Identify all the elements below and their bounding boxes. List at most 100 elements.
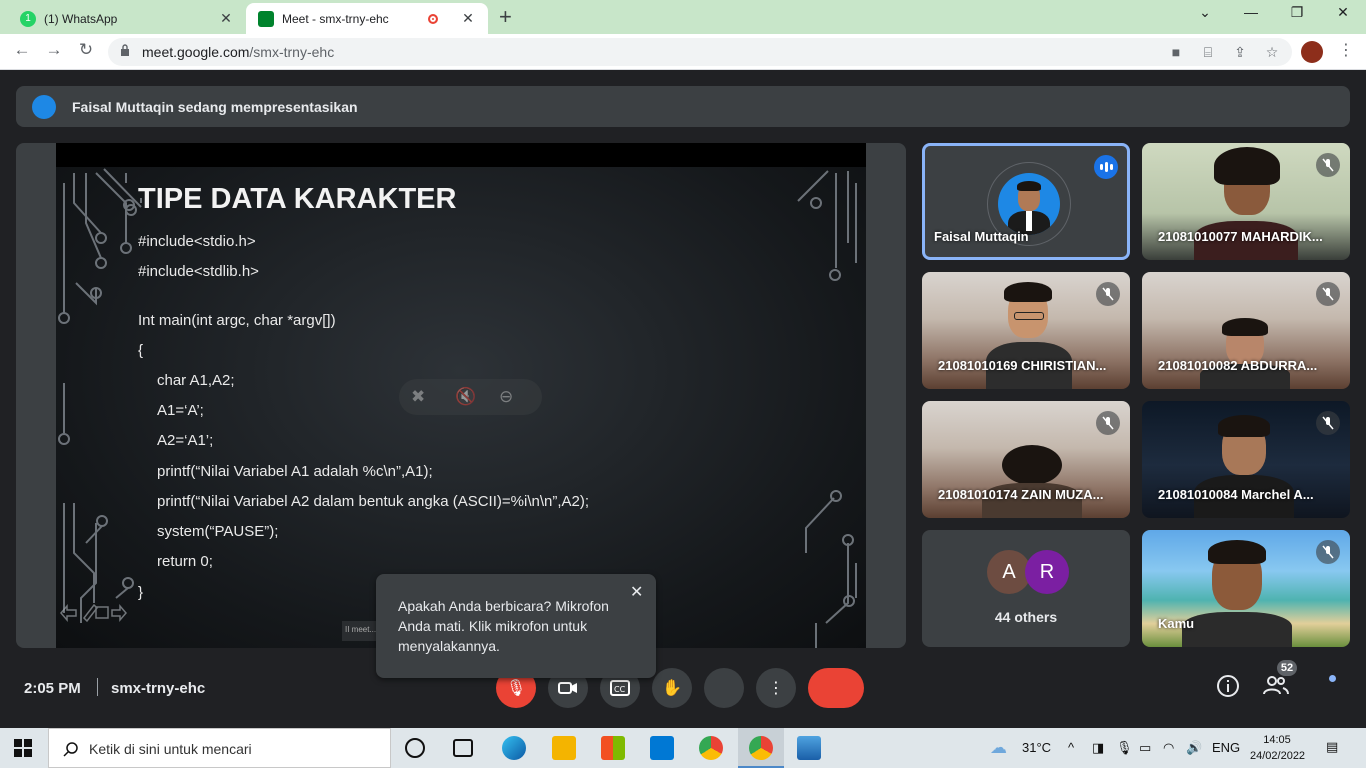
people-icon[interactable] [1263,674,1289,701]
tab-whatsapp[interactable]: 1 (1) WhatsApp ✕ [8,3,246,34]
reload-button[interactable]: ↻ [74,40,98,60]
present-now-button[interactable] [704,668,744,708]
address-bar[interactable]: meet.google.com/smx-trny-ehc ■ ⌸ ⇪ ☆ [108,38,1292,66]
presenting-text: Faisal Muttaqin sedang mempresentasikan [72,99,358,115]
tab-search-icon[interactable]: ⌄ [1190,4,1220,21]
code-line: return 0; [157,553,213,570]
search-placeholder: Ketik di sini untuk mencari [89,741,252,757]
profile-avatar[interactable] [1301,41,1323,63]
cortana-icon[interactable] [405,738,425,758]
speaking-indicator-icon [1094,155,1118,179]
meeting-details-icon[interactable] [1216,674,1240,703]
share-icon[interactable]: ⇪ [1230,44,1250,61]
unpin-icon[interactable]: ✖ [411,387,425,407]
muted-mic-icon [1316,282,1340,306]
captions-icon: CC [610,680,630,696]
camera-icon[interactable]: ■ [1166,44,1186,60]
participant-tile[interactable]: 21081010174 ZAIN MUZA... [922,401,1130,518]
chrome-meet-icon[interactable] [749,736,773,760]
weather-icon[interactable]: ☁ [990,738,1007,758]
participant-name: 21081010077 MAHARDIK... [1158,229,1323,244]
code-line: } [138,584,144,601]
muted-mic-icon [1316,411,1340,435]
code-line: #include<stdlib.h> [138,263,259,280]
remove-icon[interactable]: ⊖ [499,387,513,407]
bookmark-star-icon[interactable]: ☆ [1262,44,1282,61]
forward-button[interactable]: → [42,40,66,60]
participant-tile[interactable]: 21081010084 Marchel A... [1142,401,1350,518]
mute-presentation-icon[interactable]: 🔇 [455,387,476,407]
participant-tile[interactable]: 21081010169 CHIRISTIAN... [922,272,1130,389]
participant-tile[interactable]: Faisal Muttaqin [922,143,1130,260]
participant-name: 21081010084 Marchel A... [1158,487,1314,502]
meeting-control-bar: 2:05 PM smx-trny-ehc 🎙 CC ✋ ⋮ 52 [0,656,1366,728]
presentation-stage[interactable]: TIPE DATA KARAKTER #include<stdio.h> #in… [16,143,906,648]
more-options-button[interactable]: ⋮ [756,668,796,708]
volume-icon[interactable]: 🔊 [1186,740,1202,756]
minimized-window-tag: II meet... [342,621,380,641]
translate-icon[interactable]: ⌸ [1198,44,1218,61]
participant-tile[interactable]: 21081010077 MAHARDIK... [1142,143,1350,260]
lock-icon [121,44,129,56]
close-tab-icon[interactable]: ✕ [218,10,234,27]
meeting-time: 2:05 PM [24,680,81,697]
svg-text:CC: CC [614,685,626,694]
self-view-tile[interactable]: Kamu [1142,530,1350,647]
participant-name: Kamu [1158,616,1195,631]
tab-title: Meet - smx-trny-ehc [282,11,389,26]
presenting-banner: Faisal Muttaqin sedang mempresentasikan [16,86,1350,127]
code-line: system(“PAUSE”); [157,523,279,540]
others-tile[interactable]: A R 44 others [922,530,1130,647]
show-hidden-icons[interactable]: ^ [1068,740,1074,755]
participant-name: 21081010174 ZAIN MUZA... [938,487,1104,502]
new-tab-button[interactable]: + [499,5,512,29]
code-line: Int main(int argc, char *argv[]) [138,312,336,329]
weather-temp[interactable]: 31°C [1022,740,1051,755]
windows-start-icon[interactable] [14,739,32,757]
people-count-badge: 52 [1277,660,1297,676]
back-button[interactable]: ← [10,40,34,60]
tab-title: (1) WhatsApp [44,11,118,26]
edge-icon[interactable] [502,736,526,760]
whatsapp-badge-icon: 1 [20,10,36,27]
task-view-icon[interactable] [453,739,473,757]
close-tab-icon[interactable]: ✕ [460,10,476,27]
file-explorer-icon[interactable] [552,736,576,760]
wifi-icon[interactable]: ◠ [1163,740,1174,756]
clock-time: 14:05 [1263,734,1291,746]
photos-icon[interactable] [797,736,821,760]
presenter-avatar [32,95,56,119]
browser-menu-icon[interactable]: ⋮ [1338,40,1354,60]
participant-name: Faisal Muttaqin [934,229,1029,244]
participant-name: 21081010082 ABDURRA... [1158,358,1318,373]
minimize-button[interactable]: — [1236,4,1266,20]
chrome-icon[interactable] [699,736,723,760]
participant-avatar: R [1025,550,1069,594]
camera-icon [558,682,577,694]
browser-toolbar: ← → ↻ meet.google.com/smx-trny-ehc ■ ⌸ ⇪… [0,34,1366,70]
muted-mic-icon [1316,153,1340,177]
close-icon[interactable]: ✕ [630,582,643,602]
taskbar-search-box[interactable]: Ketik di sini untuk mencari [48,728,391,768]
taskbar-clock[interactable]: 14:05 24/02/2022 [1250,732,1305,764]
code-line: A2=‘A1’; [157,432,214,449]
activity-indicator [1329,675,1336,682]
restore-button[interactable]: ❐ [1282,4,1312,21]
code-line: printf(“Nilai Variabel A1 adalah %c\n”,A… [157,463,433,480]
meet-tray-icon[interactable]: ◨ [1092,740,1104,756]
muted-mic-icon [1096,282,1120,306]
raise-hand-button[interactable]: ✋ [652,668,692,708]
battery-icon[interactable]: ▭ [1139,740,1151,756]
microphone-tray-icon[interactable]: 🎙 [1116,740,1133,756]
language-indicator[interactable]: ENG [1212,740,1240,755]
microsoft-store-icon[interactable] [601,736,625,760]
close-window-button[interactable]: ✕ [1328,4,1358,21]
notifications-icon[interactable]: ▤ [1326,739,1338,755]
mail-icon[interactable] [650,736,674,760]
tab-meet[interactable]: Meet - smx-trny-ehc ✕ [246,3,488,34]
toast-message: Apakah Anda berbicara? Mikrofon Anda mat… [398,598,609,654]
recording-icon [428,13,438,24]
code-line: A1=‘A’; [157,402,204,419]
leave-call-button[interactable] [808,668,864,708]
participant-tile[interactable]: 21081010082 ABDURRA... [1142,272,1350,389]
